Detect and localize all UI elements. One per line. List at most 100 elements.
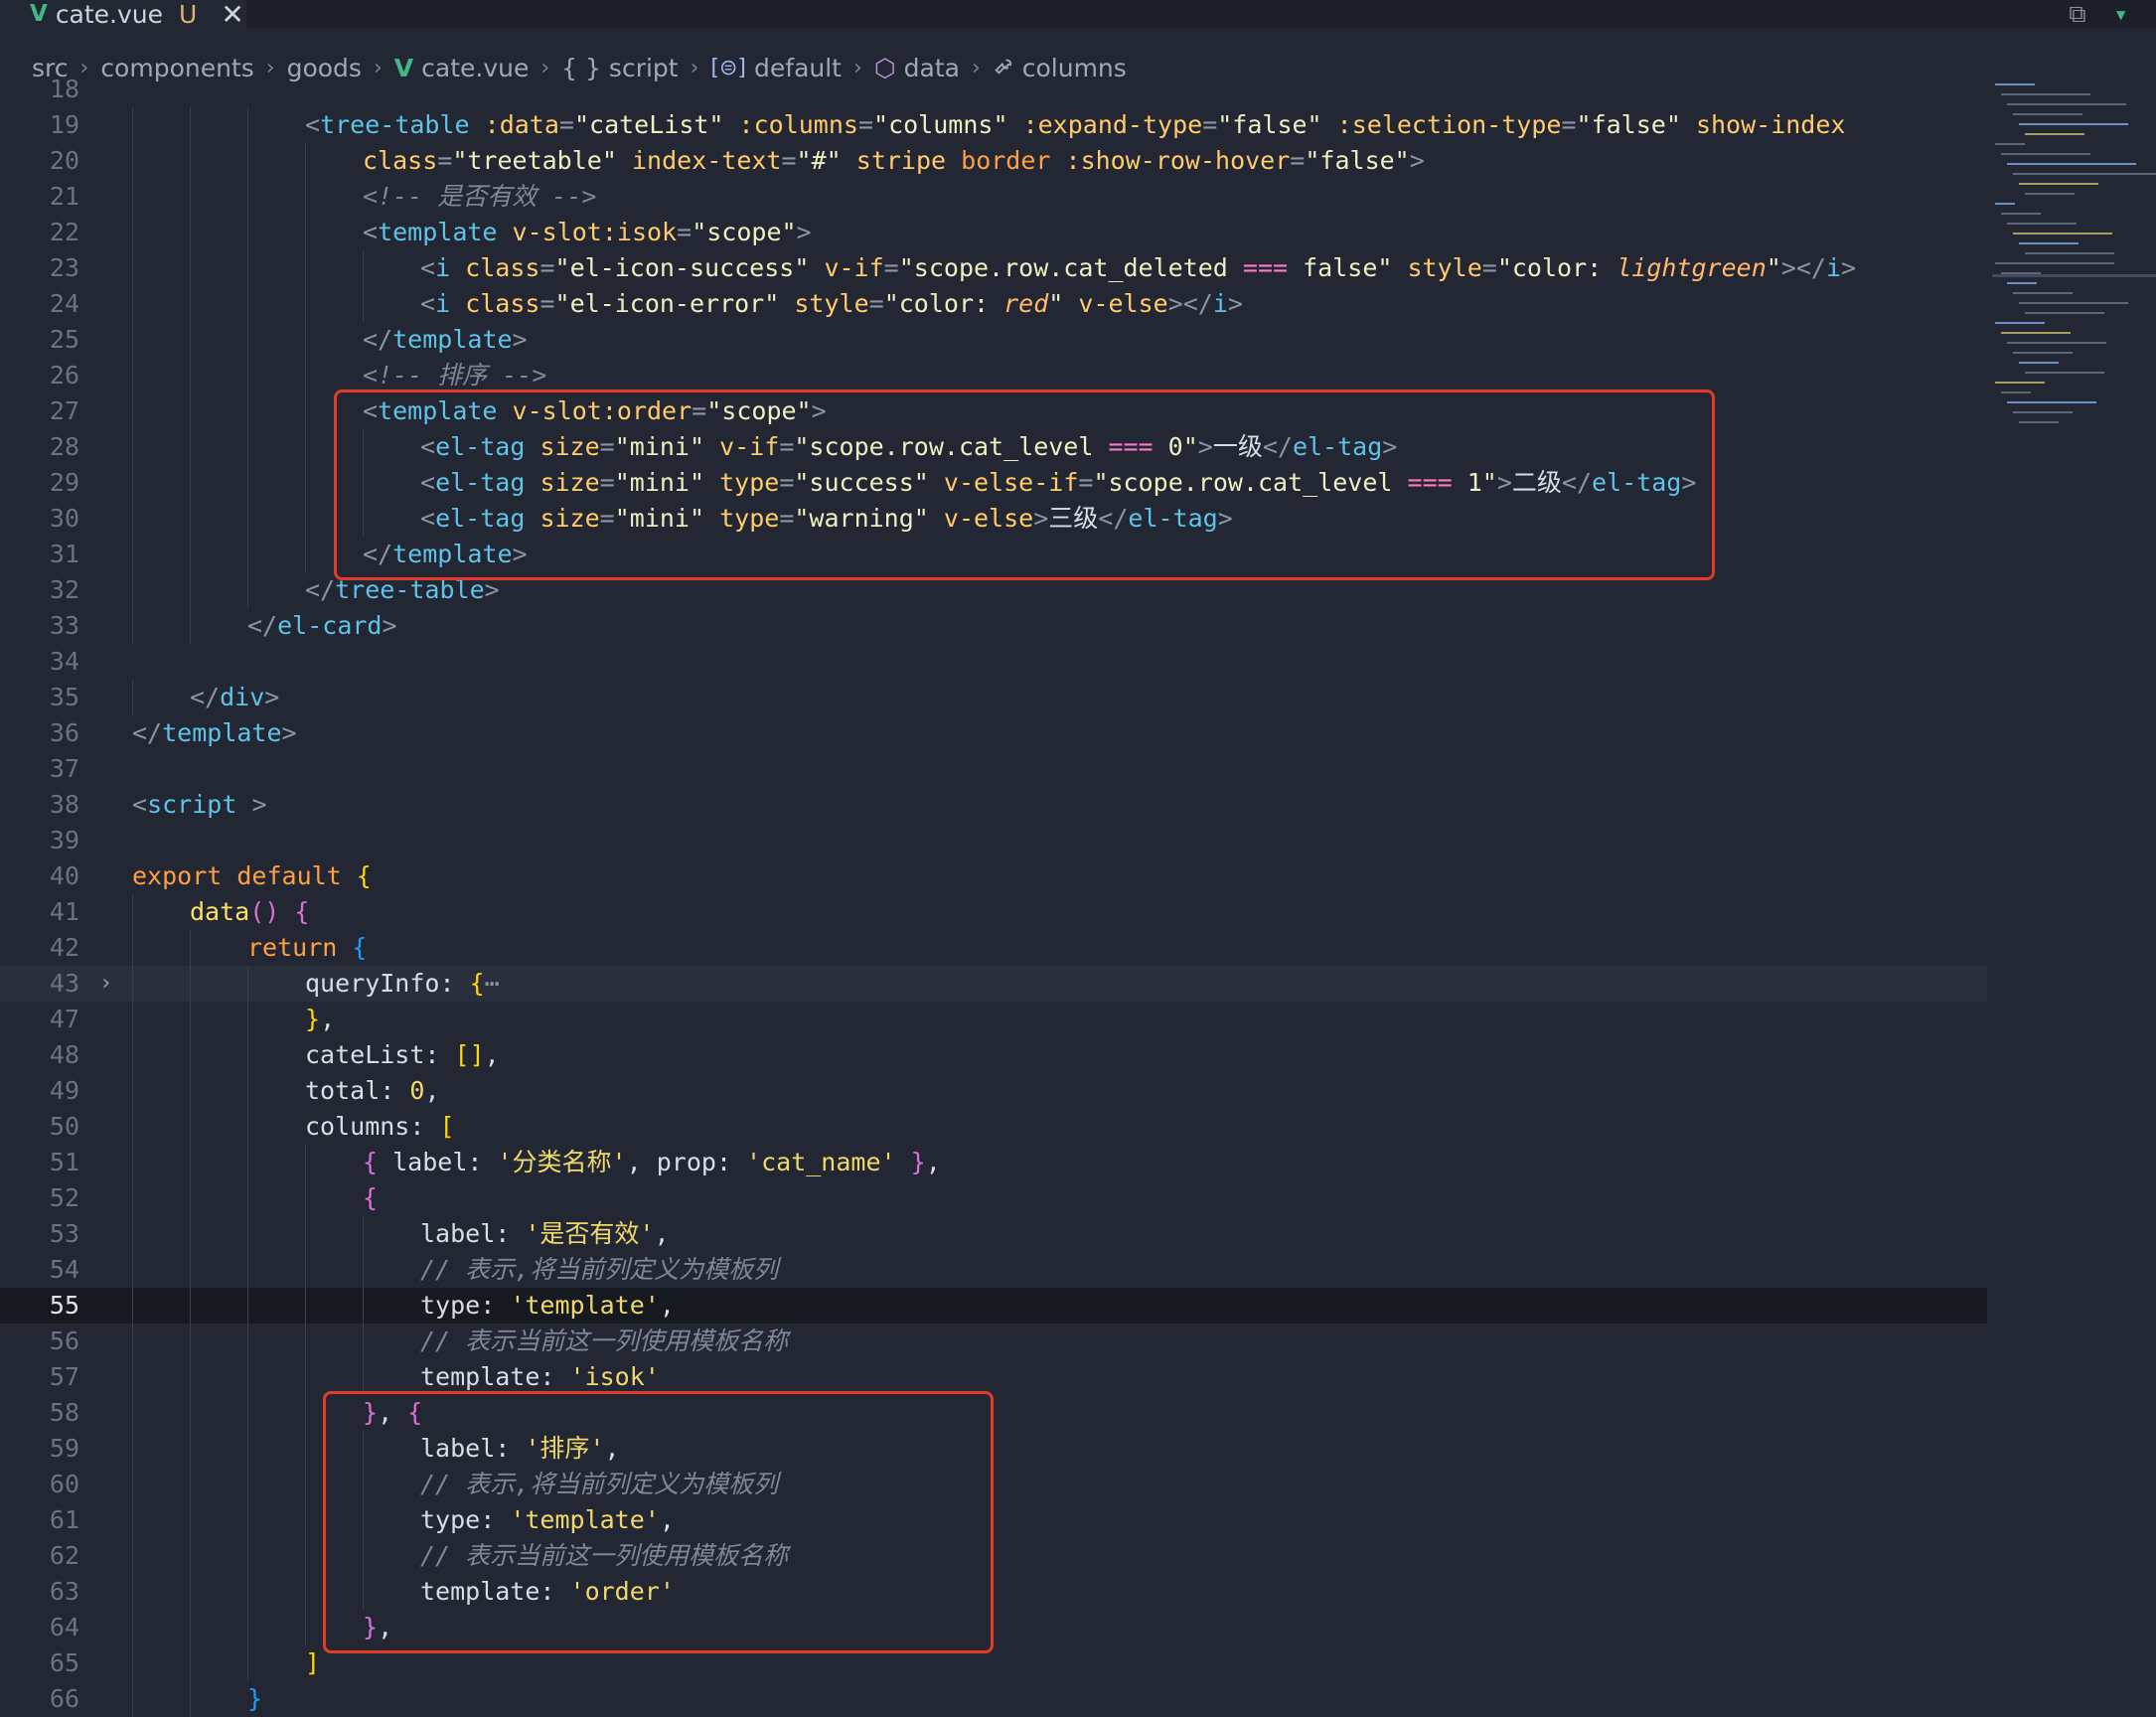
code-line-21[interactable]: 21 <!-- 是否有效 --> xyxy=(0,179,1987,215)
code-line-62[interactable]: 62// 表示当前这一列使用模板名称 xyxy=(0,1538,1987,1574)
code-token: = xyxy=(1481,253,1497,282)
indent-guide xyxy=(305,429,306,465)
indent-guide xyxy=(190,1216,191,1252)
code-token: template xyxy=(162,718,282,747)
code-line-58[interactable]: 58}, { xyxy=(0,1395,1987,1431)
code-line-64[interactable]: 64}, xyxy=(0,1610,1987,1645)
code-line-22[interactable]: 22 <template v-slot:isok="scope"> xyxy=(0,215,1987,250)
code-text: class="treetable" index-text="#" stripe … xyxy=(363,143,1425,179)
code-editor[interactable]: 18 19 <tree-table :data="cateList" :column… xyxy=(0,75,1987,1717)
code-token: 0 xyxy=(409,1076,425,1105)
code-line-52[interactable]: 52 { xyxy=(0,1180,1987,1216)
code-line-59[interactable]: 59 label: '排序', xyxy=(0,1431,1987,1467)
indent-guide xyxy=(247,179,248,215)
code-line-55[interactable]: 55 type: 'template', xyxy=(0,1288,1987,1324)
code-line-33[interactable]: 33 </el-card> xyxy=(0,608,1987,644)
code-line-24[interactable]: 24 <i class="el-icon-error" style="color:… xyxy=(0,286,1987,322)
code-line-18[interactable]: 18 xyxy=(0,72,1987,107)
line-number: 30 xyxy=(49,504,79,533)
line-number: 57 xyxy=(49,1362,79,1391)
indent-guide xyxy=(305,1431,306,1467)
code-line-61[interactable]: 61 type: 'template', xyxy=(0,1502,1987,1538)
code-token: total xyxy=(305,1076,381,1105)
indent-guide xyxy=(132,1431,133,1467)
line-number: 32 xyxy=(49,575,79,604)
code-token: : xyxy=(480,1291,511,1320)
code-line-42[interactable]: 42 return { xyxy=(0,930,1987,966)
code-token: < xyxy=(420,289,436,318)
code-text: label: '是否有效', xyxy=(420,1216,670,1252)
code-token: i xyxy=(1212,289,1228,318)
code-token: > xyxy=(512,325,528,354)
code-line-36[interactable]: 36 </template> xyxy=(0,715,1987,751)
code-token: = xyxy=(677,218,693,246)
code-text: <!-- 排序 --> xyxy=(363,358,546,393)
code-token: "false" xyxy=(1576,110,1681,139)
code-text: template: 'isok' xyxy=(420,1359,660,1395)
code-text: <tree-table :data="cateList" :columns="c… xyxy=(305,107,1845,143)
code-text: // 表示当前这一列使用模板名称 xyxy=(420,1324,788,1359)
code-token: "el-icon-success" xyxy=(554,253,810,282)
code-token: { xyxy=(469,969,485,998)
code-line-47[interactable]: 47}, xyxy=(0,1002,1987,1037)
code-line-49[interactable]: 49 total: 0, xyxy=(0,1073,1987,1109)
minimap[interactable] xyxy=(1987,79,2156,497)
code-line-25[interactable]: 25 </template> xyxy=(0,322,1987,358)
code-line-56[interactable]: 56 // 表示当前这一列使用模板名称 xyxy=(0,1324,1987,1359)
minimap-line xyxy=(1995,203,2015,205)
vue-devtools-icon[interactable]: ▾ xyxy=(2114,0,2128,28)
code-line-51[interactable]: 51 { label: '分类名称', prop: 'cat_name' }, xyxy=(0,1145,1987,1180)
code-line-20[interactable]: 20 class="treetable" index-text="#" strip… xyxy=(0,143,1987,179)
indent-guide xyxy=(132,143,133,179)
code-line-53[interactable]: 53 label: '是否有效', xyxy=(0,1216,1987,1252)
minimap-line xyxy=(1995,382,2045,384)
minimap-line xyxy=(1995,322,2045,324)
code-line-60[interactable]: 60// 表示,将当前列定义为模板列 xyxy=(0,1467,1987,1502)
line-number: 61 xyxy=(49,1505,79,1534)
code-token: :show-row-hover xyxy=(1065,146,1291,175)
code-line-37[interactable]: 37 xyxy=(0,751,1987,787)
code-line-23[interactable]: 23 <i class="el-icon-success" v-if="scope… xyxy=(0,250,1987,286)
code-token: : xyxy=(439,969,470,998)
line-number: 20 xyxy=(49,146,79,175)
close-icon[interactable]: ✕ xyxy=(221,0,243,31)
code-line-66[interactable]: 66} xyxy=(0,1681,1987,1717)
code-line-41[interactable]: 41 data() { xyxy=(0,894,1987,930)
code-line-40[interactable]: 40 export default { xyxy=(0,858,1987,894)
editor-actions: ⧉ ▾ xyxy=(2069,0,2128,28)
code-line-54[interactable]: 54 // 表示,将当前列定义为模板列 xyxy=(0,1252,1987,1288)
code-token: style xyxy=(1407,253,1482,282)
compare-changes-icon[interactable]: ⧉ xyxy=(2069,0,2085,28)
code-line-35[interactable]: 35 </div> xyxy=(0,680,1987,715)
code-line-39[interactable]: 39 xyxy=(0,823,1987,858)
code-token: style xyxy=(794,289,869,318)
indent-guide xyxy=(363,1324,364,1359)
code-line-48[interactable]: 48 cateList: [], xyxy=(0,1037,1987,1073)
code-token: " xyxy=(1048,289,1064,318)
indent-guide xyxy=(132,1574,133,1610)
indent-guide xyxy=(247,1145,248,1180)
code-line-43[interactable]: 43 › queryInfo: {⋯ xyxy=(0,966,1987,1002)
code-token: type xyxy=(420,1291,481,1320)
code-token: === xyxy=(1242,253,1289,282)
code-line-65[interactable]: 65] xyxy=(0,1645,1987,1681)
code-line-38[interactable]: 38 <script > xyxy=(0,787,1987,823)
code-line-19[interactable]: 19 <tree-table :data="cateList" :columns=… xyxy=(0,107,1987,143)
editor-tab-cate-vue[interactable]: V cate.vue U ✕ xyxy=(0,0,246,31)
code-line-63[interactable]: 63 template: 'order' xyxy=(0,1574,1987,1610)
fold-expand-icon[interactable]: › xyxy=(99,966,112,1002)
code-token: 'cat_name' xyxy=(746,1148,896,1176)
code-line-57[interactable]: 57 template: 'isok' xyxy=(0,1359,1987,1395)
code-line-26[interactable]: 26 <!-- 排序 --> xyxy=(0,358,1987,393)
line-number: 39 xyxy=(49,826,79,855)
code-line-34[interactable]: 34 xyxy=(0,644,1987,680)
code-text: <template v-slot:isok="scope"> xyxy=(363,215,812,250)
code-token: = xyxy=(868,289,884,318)
code-line-50[interactable]: 50 columns: [ xyxy=(0,1109,1987,1145)
line-number: 53 xyxy=(49,1219,79,1248)
indent-guide xyxy=(247,107,248,143)
code-token: { xyxy=(356,861,372,890)
